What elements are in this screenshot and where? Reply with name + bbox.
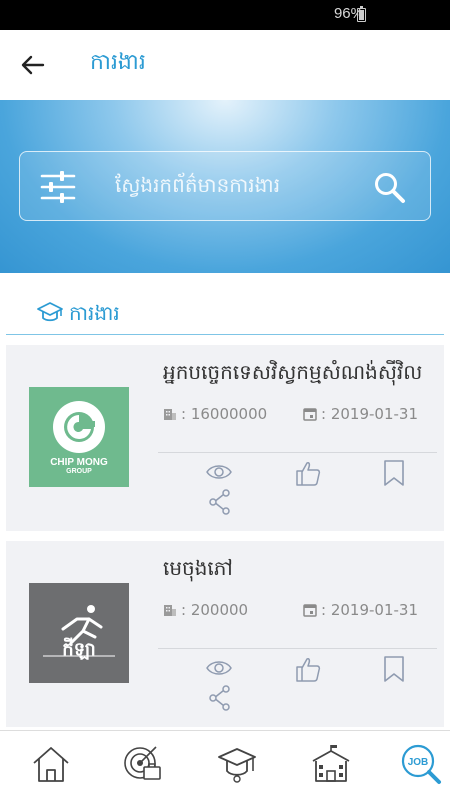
search-placeholder: ស្វែងរកព័ត៌មានការងារ — [115, 173, 281, 197]
deadline-value: : 2019-01-31 — [321, 601, 418, 619]
company-logo: CHIP MONG GROUP — [29, 387, 129, 487]
sliders-icon[interactable] — [40, 170, 76, 204]
deadline: : 2019-01-31 — [303, 405, 418, 423]
eye-icon[interactable] — [206, 463, 232, 481]
graduation-cap-icon — [37, 302, 63, 322]
salary-value: : 16000000 — [181, 405, 268, 423]
job-title: មេចុងភៅ — [163, 556, 233, 580]
bottom-nav: JOB — [0, 730, 450, 800]
logo-text: កីឡា — [62, 639, 96, 660]
salary: : 16000000 — [163, 405, 267, 423]
bookmark-icon[interactable] — [383, 459, 405, 487]
page-title: ការងារ — [90, 50, 146, 75]
eye-icon[interactable] — [206, 659, 232, 677]
logo-subtext: GROUP — [66, 468, 92, 475]
search-banner: ស្វែងរកព័ត៌មានការងារ — [0, 100, 450, 273]
app-bar: ការងារ — [0, 30, 450, 100]
salary-value: : 200000 — [181, 601, 249, 619]
chip-mong-logo-mark — [53, 401, 105, 453]
section-header: ការងារ — [6, 290, 444, 335]
job-meta: : 16000000 : 2019-01-31 — [163, 405, 418, 427]
home-icon[interactable] — [30, 743, 72, 785]
back-button[interactable] — [16, 50, 50, 80]
job-search-icon[interactable]: JOB — [400, 743, 442, 785]
calendar-icon — [303, 604, 317, 617]
svg-text:JOB: JOB — [408, 757, 429, 768]
section-title: ការងារ — [69, 301, 120, 325]
building-icon — [164, 409, 176, 420]
job-meta: : 200000 : 2019-01-31 — [163, 601, 418, 623]
search-icon[interactable] — [372, 170, 406, 204]
salary: : 200000 — [163, 601, 248, 619]
job-card[interactable]: កីឡា មេចុងភៅ : 200000 : 2019-01-31 — [6, 541, 444, 727]
divider — [158, 452, 437, 453]
job-title: អ្នកបច្ចេកទេសវិស្វកម្មសំណង់ស៊ីវិល — [163, 360, 423, 384]
deadline-value: : 2019-01-31 — [321, 405, 418, 423]
search-input[interactable]: ស្វែងរកព័ត៌មានការងារ — [19, 151, 431, 221]
bookmark-icon[interactable] — [383, 655, 405, 683]
deadline: : 2019-01-31 — [303, 601, 418, 619]
divider — [158, 648, 437, 649]
building-icon — [164, 605, 176, 616]
company-logo: កីឡា — [29, 583, 129, 683]
career-target-icon[interactable] — [122, 743, 164, 785]
job-card[interactable]: CHIP MONG GROUP អ្នកបច្ចេកទេសវិស្វកម្មសំ… — [6, 345, 444, 531]
logo-text: CHIP MONG — [50, 457, 108, 468]
share-icon[interactable] — [208, 489, 232, 515]
school-icon[interactable] — [310, 743, 352, 785]
thumbs-up-icon[interactable] — [294, 655, 322, 683]
graduation-cap-icon[interactable] — [216, 743, 258, 785]
battery-icon — [357, 6, 366, 22]
calendar-icon — [303, 408, 317, 421]
back-arrow-icon — [21, 55, 45, 75]
share-icon[interactable] — [208, 685, 232, 711]
thumbs-up-icon[interactable] — [294, 459, 322, 487]
status-bar: 96% — [0, 0, 450, 30]
